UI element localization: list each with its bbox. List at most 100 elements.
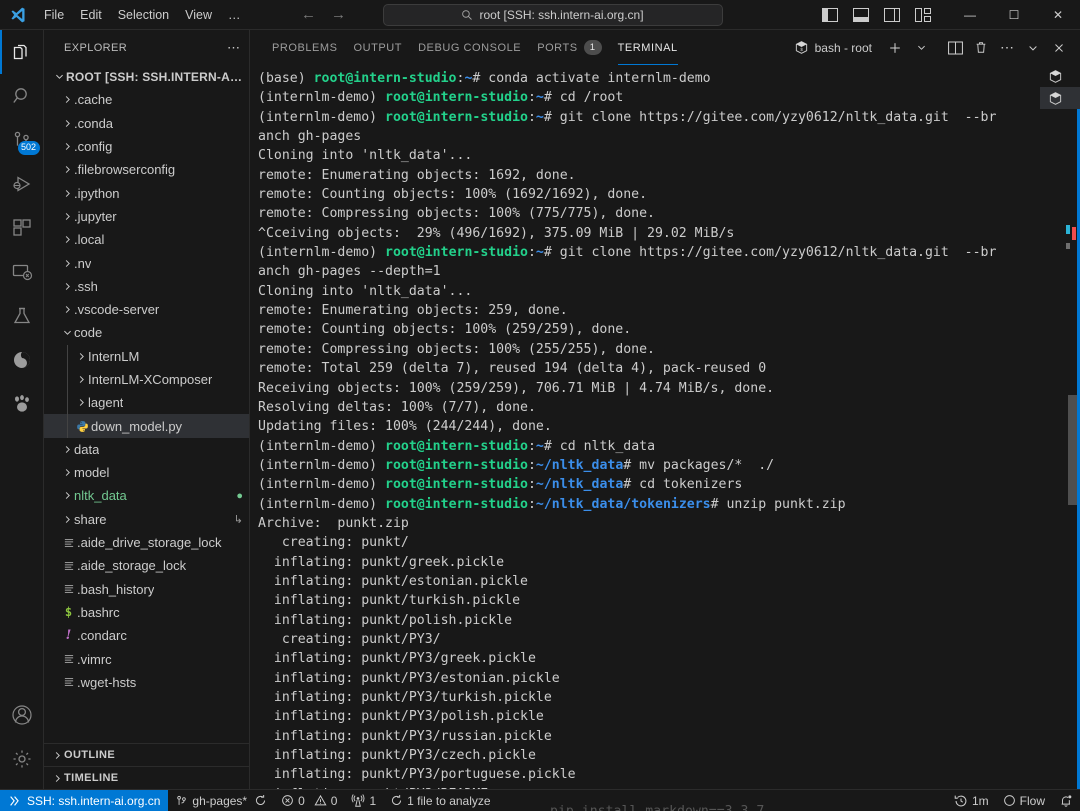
menu-selection[interactable]: Selection [110,5,177,25]
file-tree[interactable]: ROOT [SSH: SSH.INTERN-AI.O... .cache .con… [44,65,249,743]
active-terminal-name[interactable]: $ bash - root [794,40,880,55]
status-flow[interactable]: Flow [996,790,1052,811]
tree-item-.bashrc[interactable]: $ .bashrc [44,601,249,624]
tree-item-.aide_drive_storage_lock[interactable]: .aide_drive_storage_lock [44,531,249,554]
tab-output[interactable]: OUTPUT [346,30,411,65]
activity-item-accounts[interactable] [0,693,44,737]
ellipsis-icon[interactable]: ⋯ [227,40,241,56]
tree-item-label: .jupyter [74,208,117,224]
outline-label: OUTLINE [64,749,116,761]
tree-item-.nv[interactable]: .nv [44,251,249,274]
text-file-icon [60,560,77,572]
status-notifications[interactable] [1052,790,1080,811]
activity-item-source-control[interactable]: 502 [0,118,44,162]
terminal-span: (internlm-demo) [258,457,386,473]
hide-panel-button[interactable] [1022,37,1044,59]
tree-item-.cache[interactable]: .cache [44,88,249,111]
customize-layout-icon[interactable] [915,7,932,22]
window-maximize-button[interactable]: ☐ [992,0,1036,30]
tree-indent-guide [67,367,68,392]
sidebar-section-timeline[interactable]: TIMELINE [44,766,249,789]
tree-root-folder[interactable]: ROOT [SSH: SSH.INTERN-AI.O... [44,65,249,88]
tree-item-label: .local [74,232,105,248]
tree-item-InternLM-XComposer[interactable]: InternLM-XComposer [44,367,249,392]
tree-item-.config[interactable]: .config [44,135,249,158]
tree-item-InternLM[interactable]: InternLM [44,344,249,368]
tab-terminal[interactable]: TERMINAL [610,30,686,65]
toggle-secondary-sidebar-icon[interactable] [884,7,900,22]
close-panel-button[interactable] [1048,37,1070,59]
activity-item-extensions[interactable] [0,206,44,250]
tree-item-.aide_storage_lock[interactable]: .aide_storage_lock [44,554,249,577]
status-problems[interactable]: 0 0 [274,790,344,811]
tree-item-model[interactable]: model [44,461,249,484]
activity-item-search[interactable] [0,74,44,118]
status-radio-tower[interactable]: 1 [344,790,383,811]
new-terminal-dropdown[interactable] [910,37,932,59]
toggle-panel-icon[interactable] [853,7,869,22]
terminal-output[interactable]: (base) root@intern-studio:~# conda activ… [250,65,1066,789]
tree-item-code[interactable]: code [44,321,249,344]
menu-more[interactable]: … [220,5,249,25]
file-tree-body: .cache .conda .config .filebrowserconfig .ip… [44,88,249,694]
kill-terminal-button[interactable] [970,37,992,59]
chevron-right-icon [60,188,74,199]
tree-item-.ipython[interactable]: .ipython [44,181,249,204]
tab-ports[interactable]: PORTS 1 [529,30,609,65]
tab-problems[interactable]: PROBLEMS [264,30,346,65]
tree-item-.ssh[interactable]: .ssh [44,275,249,298]
bell-dot-icon [1059,794,1073,808]
command-center[interactable]: root [SSH: ssh.intern-ai.org.cn] [382,3,723,26]
activity-item-remote-explorer[interactable] [0,250,44,294]
tree-item-lagent[interactable]: lagent [44,391,249,415]
window-minimize-button[interactable]: — [948,0,992,30]
terminal-tab-1[interactable] [1040,65,1080,87]
menu-file[interactable]: File [36,5,72,25]
window-close-button[interactable]: ✕ [1036,0,1080,30]
arrow-right-icon[interactable]: → [331,7,347,22]
tree-item-.filebrowserconfig[interactable]: .filebrowserconfig [44,158,249,181]
tree-item-.wget-hsts[interactable]: .wget-hsts [44,671,249,694]
tree-item-label: code [74,325,103,341]
terminal-tab-list[interactable] [1040,65,1080,109]
activity-item-explorer[interactable] [0,30,44,74]
status-remote-host[interactable]: SSH: ssh.intern-ai.org.cn [0,789,169,811]
tree-item-.local[interactable]: .local [44,228,249,251]
toggle-primary-sidebar-icon[interactable] [822,7,838,22]
chevron-right-icon [74,374,88,385]
tab-debug-console[interactable]: DEBUG CONSOLE [410,30,529,65]
activity-item-testing[interactable] [0,294,44,338]
tree-item-.condarc[interactable]: ! .condarc [44,624,249,647]
activity-item-run-and-debug[interactable] [0,162,44,206]
tree-item-label: InternLM-XComposer [88,372,213,387]
terminal-span: root@intern-studio [385,496,528,512]
tree-item-data[interactable]: data [44,438,249,461]
status-analyze[interactable]: 1 file to analyze [383,790,497,811]
status-timer[interactable]: 1m [947,790,996,811]
split-terminal-button[interactable] [944,37,966,59]
tree-item-share[interactable]: share ↳ [44,508,249,531]
tree-item-.conda[interactable]: .conda [44,112,249,135]
terminal-name-label: bash - root [814,40,872,55]
tree-item-nltk_data[interactable]: nltk_data ● [44,484,249,507]
menu-edit[interactable]: Edit [72,5,110,25]
tree-item-.vscode-server[interactable]: .vscode-server [44,298,249,321]
activity-item-comate[interactable] [0,382,44,426]
sync-icon[interactable] [254,794,267,807]
terminal-line: remote: Counting objects: 100% (259/259)… [258,320,1066,339]
terminal-span: : [527,477,536,493]
tree-item-.vimrc[interactable]: .vimrc [44,647,249,670]
terminal-line: inflating: punkt/PY3/russian.pickle [258,727,1066,746]
menu-view[interactable]: View [177,5,220,25]
tree-item-down_model.py[interactable]: down_model.py [44,414,249,438]
tree-item-.jupyter[interactable]: .jupyter [44,205,249,228]
status-branch[interactable]: gh-pages* [168,790,274,811]
activity-item-codegeex[interactable] [0,338,44,382]
terminal-more-actions[interactable]: ⋯ [996,37,1018,59]
terminal-tab-2[interactable] [1040,87,1080,109]
tree-item-.bash_history[interactable]: .bash_history [44,578,249,601]
sidebar-section-outline[interactable]: OUTLINE [44,743,249,766]
arrow-left-icon[interactable]: ← [301,7,317,22]
new-terminal-button[interactable] [884,37,906,59]
activity-item-manage-gear[interactable] [0,737,44,781]
